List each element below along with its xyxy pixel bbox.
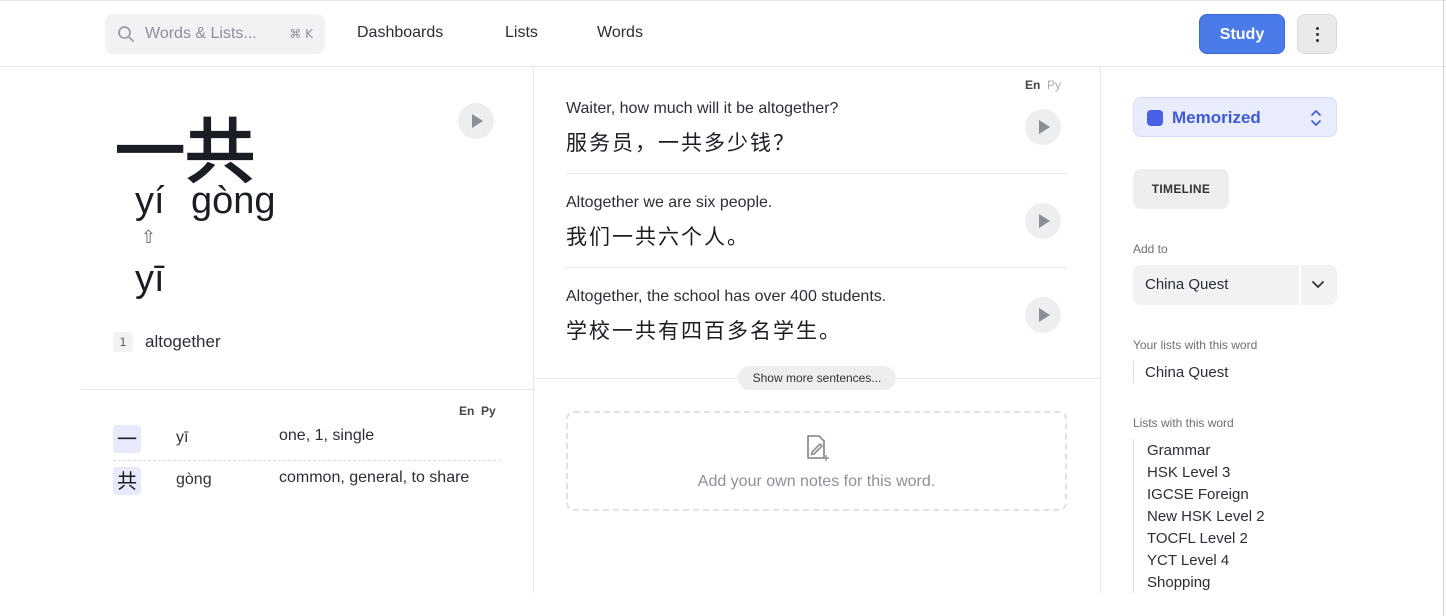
- search-placeholder: Words & Lists...: [145, 25, 257, 42]
- sentence-english: Altogether we are six people.: [566, 194, 773, 211]
- meaning-index: 1: [113, 332, 133, 352]
- list-item[interactable]: HSK Level 3: [1147, 464, 1230, 481]
- kebab-icon: [1316, 27, 1319, 30]
- study-button[interactable]: Study: [1199, 14, 1285, 54]
- show-more-sentences-button[interactable]: Show more sentences...: [738, 366, 896, 390]
- sentence-english: Altogether, the school has over 400 stud…: [566, 288, 887, 305]
- sentence-chinese: 我们一共六个人。: [566, 225, 750, 249]
- list-item[interactable]: Grammar: [1147, 442, 1210, 459]
- section-divider: [81, 389, 533, 390]
- notes-placeholder: Add your own notes for this word.: [697, 473, 936, 490]
- play-sentence-button[interactable]: [1025, 109, 1061, 145]
- character-pinyin: gòng: [176, 471, 212, 488]
- search-box[interactable]: Words & Lists... ⌘ K: [105, 14, 325, 54]
- search-shortcut: ⌘ K: [289, 27, 313, 41]
- add-to-value: China Quest: [1145, 276, 1229, 293]
- more-options-button[interactable]: [1297, 14, 1337, 54]
- notes-area[interactable]: Add your own notes for this word.: [566, 411, 1067, 511]
- character-definition: common, general, to share: [279, 469, 470, 486]
- column-divider: [1100, 67, 1101, 593]
- status-color-swatch: [1147, 110, 1163, 126]
- play-sentence-button[interactable]: [1025, 203, 1061, 239]
- your-lists-label: Your lists with this word: [1133, 338, 1258, 352]
- list-item[interactable]: Shopping: [1147, 574, 1210, 591]
- list-item[interactable]: TOCFL Level 2: [1147, 530, 1248, 547]
- timeline-button[interactable]: TIMELINE: [1133, 169, 1229, 209]
- lang-toggle-py[interactable]: Py: [481, 404, 496, 418]
- add-to-label: Add to: [1133, 242, 1168, 256]
- word-pinyin-syllable: yí: [135, 180, 165, 222]
- your-list-item[interactable]: China Quest: [1145, 364, 1228, 381]
- character-definition: one, 1, single: [279, 427, 375, 444]
- list-item[interactable]: New HSK Level 2: [1147, 508, 1265, 525]
- sentence-lang-toggle-en[interactable]: En: [1025, 78, 1040, 92]
- list-item[interactable]: IGCSE Foreign: [1147, 486, 1249, 503]
- word-meaning: altogether: [145, 332, 221, 351]
- status-select[interactable]: Memorized: [1133, 97, 1337, 137]
- sentence-lang-toggle-py[interactable]: Py: [1047, 78, 1061, 92]
- sentence-english: Waiter, how much will it be altogether?: [566, 100, 839, 117]
- nav-lists[interactable]: Lists: [505, 24, 538, 42]
- word-pinyin-syllable: gòng: [191, 180, 276, 222]
- column-divider: [533, 67, 534, 593]
- list-item[interactable]: YCT Level 4: [1147, 552, 1229, 569]
- add-note-icon: [807, 435, 829, 461]
- character-glyph[interactable]: 一: [113, 425, 141, 453]
- status-label: Memorized: [1172, 108, 1261, 127]
- nav-dashboards[interactable]: Dashboards: [357, 24, 443, 42]
- sentence-chinese: 学校一共有四百多名学生。: [566, 319, 842, 343]
- search-icon: [118, 26, 134, 42]
- nav-words[interactable]: Words: [597, 24, 643, 42]
- character-glyph[interactable]: 共: [113, 467, 141, 495]
- play-audio-button[interactable]: [458, 103, 494, 139]
- chevron-up-down-icon: [1311, 110, 1321, 126]
- lang-toggle-en[interactable]: En: [459, 404, 474, 418]
- sentence-chinese: 服务员，一共多少钱？: [566, 131, 796, 155]
- play-sentence-button[interactable]: [1025, 297, 1061, 333]
- lists-with-word-label: Lists with this word: [1133, 416, 1234, 430]
- top-bar: Words & Lists... ⌘ K Dashboards Lists Wo…: [0, 0, 1446, 67]
- original-pinyin: yī: [135, 258, 165, 300]
- tone-change-arrow: ⇧: [141, 227, 157, 247]
- character-pinyin: yī: [176, 429, 189, 446]
- chevron-down-icon[interactable]: [1311, 279, 1325, 291]
- add-to-select[interactable]: China Quest: [1133, 265, 1337, 305]
